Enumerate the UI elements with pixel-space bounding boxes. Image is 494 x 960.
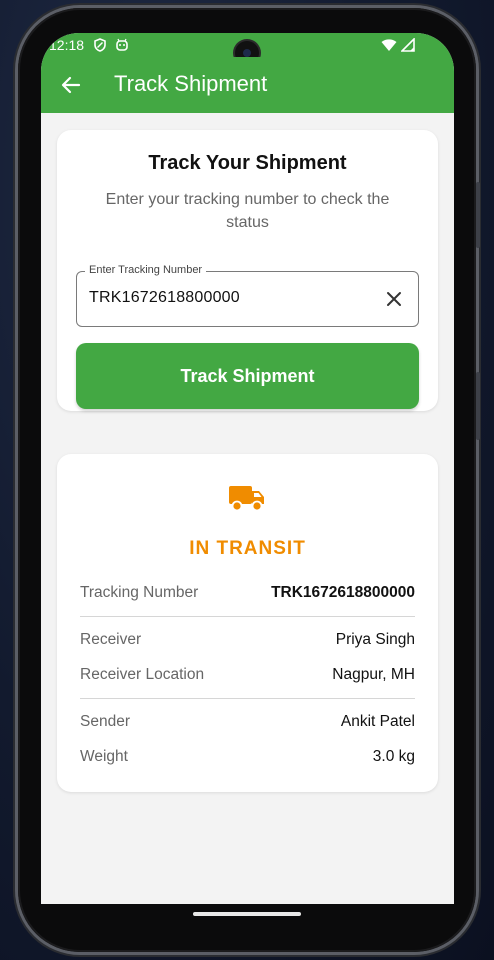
detail-label: Weight (80, 748, 128, 765)
divider (80, 616, 415, 617)
search-card-subtitle: Enter your tracking number to check the … (105, 191, 390, 231)
wifi-icon (381, 39, 397, 51)
detail-value: TRK1672618800000 (271, 584, 415, 601)
search-card-title: Track Your Shipment (148, 152, 347, 174)
volume-button (476, 182, 480, 248)
shipment-status: IN TRANSIT (189, 538, 306, 559)
app-screen: 12:18 Track Shipment Track Your Shipment… (41, 33, 454, 904)
detail-label: Receiver Location (80, 666, 205, 683)
shield-icon (94, 38, 106, 52)
app-notification-icon (116, 38, 128, 51)
power-button (476, 372, 480, 440)
shipment-result-card: IN TRANSIT Tracking Number TRK1672618800… (57, 454, 438, 792)
page-title: Track Shipment (114, 71, 268, 96)
tracking-number-value[interactable]: TRK1672618800000 (89, 289, 240, 307)
detail-value: Ankit Patel (340, 713, 415, 730)
signal-icon (401, 38, 415, 52)
detail-row-receiver-location: Receiver Location Nagpur, MH (80, 666, 415, 686)
detail-label: Receiver (80, 631, 142, 648)
tracking-number-label: Enter Tracking Number (85, 264, 207, 276)
app-bar: Track Shipment (41, 57, 454, 113)
detail-value: Priya Singh (335, 631, 415, 648)
detail-label: Sender (80, 713, 130, 730)
back-arrow-icon[interactable] (59, 73, 83, 97)
main-content: Track Your Shipment Enter your tracking … (41, 113, 454, 904)
tracking-search-card: Track Your Shipment Enter your tracking … (57, 130, 438, 411)
truck-icon (229, 486, 264, 512)
detail-row-receiver: Receiver Priya Singh (80, 631, 415, 651)
detail-value: 3.0 kg (372, 748, 415, 765)
detail-row-tracking-number: Tracking Number TRK1672618800000 (80, 584, 415, 604)
clear-icon[interactable] (384, 289, 404, 309)
detail-row-sender: Sender Ankit Patel (80, 713, 415, 733)
status-time: 12:18 (49, 37, 85, 53)
detail-value: Nagpur, MH (332, 666, 415, 683)
detail-row-weight: Weight 3.0 kg (80, 748, 415, 768)
tracking-number-input[interactable]: Enter Tracking Number TRK1672618800000 (76, 264, 419, 327)
divider (80, 698, 415, 699)
home-indicator[interactable] (193, 912, 301, 916)
detail-label: Tracking Number (80, 584, 199, 601)
track-shipment-button[interactable]: Track Shipment (76, 343, 419, 409)
